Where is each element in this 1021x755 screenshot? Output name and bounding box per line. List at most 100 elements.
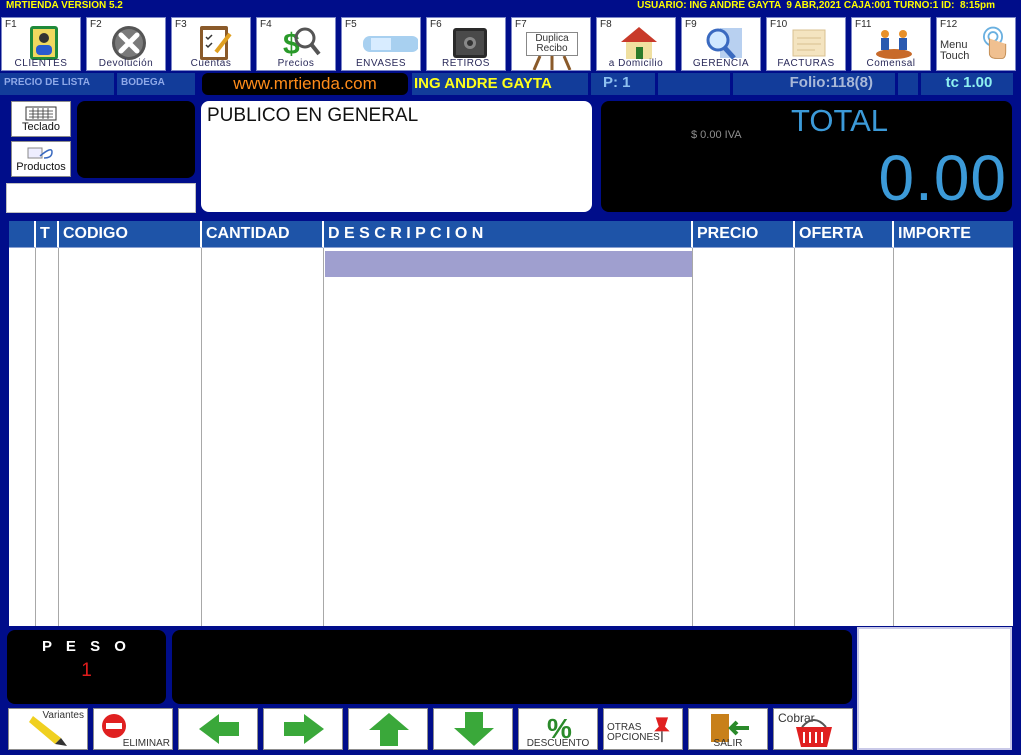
col-header-marker[interactable] [9, 221, 36, 248]
fkey-label: Duplica Recibo [526, 32, 578, 56]
productos-label: Productos [16, 161, 66, 173]
col-header-oferta[interactable]: OFERTA [795, 221, 894, 248]
fkey-label: Comensal [866, 58, 916, 69]
basket-icon [796, 719, 832, 747]
info-blank-2 [898, 73, 918, 95]
checklist-icon [200, 26, 232, 60]
price-lookup-icon: $ [283, 27, 321, 61]
salir-button[interactable]: SALIR [688, 708, 768, 750]
price-list-label: PRECIO DE LISTA [0, 73, 114, 95]
touch-hand-icon [983, 26, 1007, 59]
col-marker [9, 248, 36, 626]
fkey-label: Devolución [98, 58, 154, 69]
salir-label: SALIR [713, 738, 743, 749]
gerencia-button[interactable]: F9 GERENCIA [681, 17, 761, 71]
exchange-rate: tc 1.00 [921, 73, 1013, 95]
col-codigo [59, 248, 202, 626]
fkey-number: F9 [685, 19, 697, 30]
safe-icon [453, 28, 487, 58]
variantes-button[interactable]: Variantes [8, 708, 88, 750]
up-button[interactable] [348, 708, 428, 750]
retiros-button[interactable]: F6 RETIROS [426, 17, 506, 71]
descuento-button[interactable]: % DESCUENTO [518, 708, 598, 750]
cuentas-button[interactable]: F3 Cuentas [171, 17, 251, 71]
col-header-importe[interactable]: IMPORTE [894, 221, 1013, 248]
comensal-button[interactable]: F11 Comensal [851, 17, 931, 71]
fkey-label: GERENCIA [692, 58, 750, 69]
fkey-label: a Domicilio [608, 58, 664, 69]
session-status: USUARIO: ING ANDRE GAYTA 9 ABR,2021 CAJA… [637, 0, 995, 11]
col-header-precio[interactable]: PRECIO [693, 221, 795, 248]
fkey-number: F10 [770, 19, 788, 30]
precios-button[interactable]: F4 $ Precios [256, 17, 336, 71]
next-button[interactable] [263, 708, 343, 750]
down-button[interactable] [433, 708, 513, 750]
col-cantidad [202, 248, 324, 626]
website-link[interactable]: www.mrtienda.com [202, 73, 408, 95]
user-name: ING ANDRE GAYTA [412, 73, 588, 95]
receipt-sign-icon: Duplica Recibo [526, 32, 578, 70]
devolucion-button[interactable]: F2 Devolución [86, 17, 166, 71]
a-domicilio-button[interactable]: F8 a Domicilio [596, 17, 676, 71]
invoice-box-icon [792, 29, 826, 57]
col-header-cantidad[interactable]: CANTIDAD [202, 221, 324, 248]
message-panel [172, 630, 852, 704]
items-table[interactable]: T CODIGO CANTIDAD D E S C R I P C I O N … [9, 221, 1013, 626]
weight-panel: P E S O 1 [7, 630, 166, 704]
keyboard-icon [25, 106, 57, 121]
prev-button[interactable] [178, 708, 258, 750]
duplica-recibo-button[interactable]: F7 Duplica Recibo [511, 17, 591, 71]
fkey-number: F2 [90, 19, 102, 30]
col-header-descripcion[interactable]: D E S C R I P C I O N [324, 221, 693, 248]
folio-number: Folio:118(8) [733, 73, 895, 95]
customer-panel[interactable]: PUBLICO EN GENERAL [201, 101, 592, 212]
fkey-number: F7 [515, 19, 527, 30]
function-key-toolbar: F1 CLIENTES F2 Devolución F3 Cuentas F4 … [0, 17, 1021, 71]
fkey-label: FACTURAS [777, 58, 835, 69]
descuento-label: DESCUENTO [526, 738, 590, 749]
col-oferta [795, 248, 894, 626]
productos-button[interactable]: Productos [11, 141, 71, 177]
customer-name: PUBLICO EN GENERAL [207, 105, 419, 126]
warehouse-label: BODEGA [117, 73, 195, 95]
col-header-codigo[interactable]: CODIGO [59, 221, 202, 248]
fkey-label: Cuentas [190, 58, 232, 69]
fkey-label: Menu Touch [940, 39, 970, 62]
arrow-right-icon [284, 714, 324, 744]
app-title: MRTIENDA VERSION 5.2 [6, 0, 123, 11]
total-label: TOTAL [791, 103, 889, 138]
col-descripcion [324, 248, 693, 626]
pushpin-icon [654, 717, 670, 743]
fkey-number: F4 [260, 19, 272, 30]
arrow-left-icon [199, 714, 239, 744]
eliminar-button[interactable]: ELIMINAR [93, 708, 173, 750]
title-bar: MRTIENDA VERSION 5.2 USUARIO: ING ANDRE … [0, 0, 1021, 14]
weight-label: P E S O [42, 638, 131, 655]
water-bottle-icon [363, 36, 418, 52]
menu-touch-button[interactable]: F12 Menu Touch [936, 17, 1016, 71]
otras-opciones-button[interactable]: OTRAS OPCIONES [603, 708, 683, 750]
arrow-down-icon [454, 712, 494, 746]
clientes-button[interactable]: F1 CLIENTES [1, 17, 81, 71]
diners-icon [876, 30, 912, 59]
fkey-label: ENVASES [356, 58, 406, 69]
total-panel: $ 0.00 IVA TOTAL 0.00 [601, 101, 1012, 214]
envases-button[interactable]: F5 ENVASES [341, 17, 421, 71]
fkey-label: RETIROS [442, 58, 490, 69]
fkey-number: F6 [430, 19, 442, 30]
weight-value: 1 [81, 660, 92, 681]
col-header-t[interactable]: T [36, 221, 59, 248]
side-preview-panel [857, 627, 1012, 750]
facturas-button[interactable]: F10 FACTURAS [766, 17, 846, 71]
col-t [36, 248, 59, 626]
selected-cell[interactable] [325, 251, 692, 277]
fkey-number: F1 [5, 19, 17, 30]
search-input[interactable] [6, 183, 196, 213]
arrow-up-icon [369, 713, 409, 746]
iva-amount: $ 0.00 IVA [691, 129, 742, 141]
cobrar-button[interactable]: Cobrar [773, 708, 853, 750]
fkey-number: F8 [600, 19, 612, 30]
house-icon [621, 27, 657, 59]
page-indicator: P: 1 [591, 73, 655, 95]
teclado-button[interactable]: Teclado [11, 101, 71, 137]
